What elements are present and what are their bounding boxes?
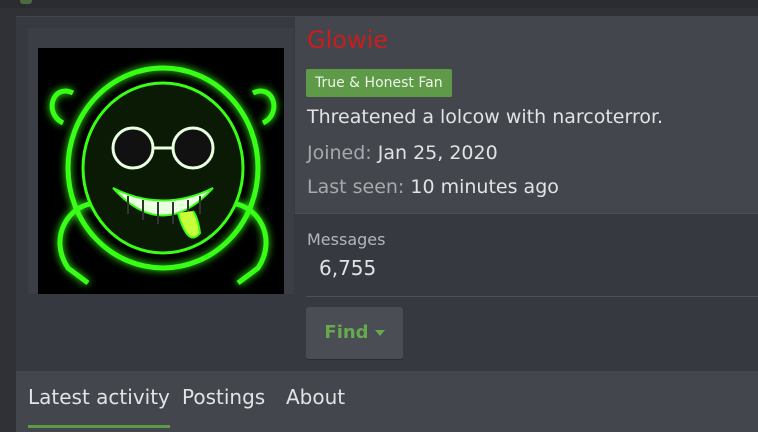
user-title-badge: True & Honest Fan bbox=[306, 69, 452, 97]
profile-tabs: Latest activity Postings About bbox=[16, 371, 758, 432]
last-seen-line: Last seen: 10 minutes ago bbox=[307, 176, 559, 198]
joined-line: Joined: Jan 25, 2020 bbox=[307, 142, 498, 164]
top-nav-icon bbox=[20, 0, 32, 4]
top-strip bbox=[0, 0, 758, 8]
messages-divider bbox=[306, 296, 758, 297]
user-bio: Threatened a lolcow with narcoterror. bbox=[307, 106, 664, 128]
last-seen-value: 10 minutes ago bbox=[410, 176, 559, 198]
find-button[interactable]: Find bbox=[306, 307, 403, 360]
last-seen-label: Last seen: bbox=[307, 176, 405, 198]
avatar[interactable] bbox=[28, 28, 294, 294]
find-button-label: Find bbox=[324, 322, 369, 343]
joined-value: Jan 25, 2020 bbox=[377, 142, 498, 164]
info-divider bbox=[295, 213, 758, 214]
glowing-creature-avatar-icon bbox=[28, 28, 294, 294]
chevron-down-icon bbox=[374, 330, 385, 336]
username[interactable]: Glowie bbox=[307, 26, 388, 54]
tab-postings[interactable]: Postings bbox=[182, 385, 265, 425]
tab-about[interactable]: About bbox=[286, 385, 345, 425]
messages-label: Messages bbox=[307, 230, 386, 249]
joined-label: Joined: bbox=[307, 142, 372, 164]
tab-latest-activity[interactable]: Latest activity bbox=[28, 385, 170, 428]
messages-count[interactable]: 6,755 bbox=[319, 256, 376, 280]
